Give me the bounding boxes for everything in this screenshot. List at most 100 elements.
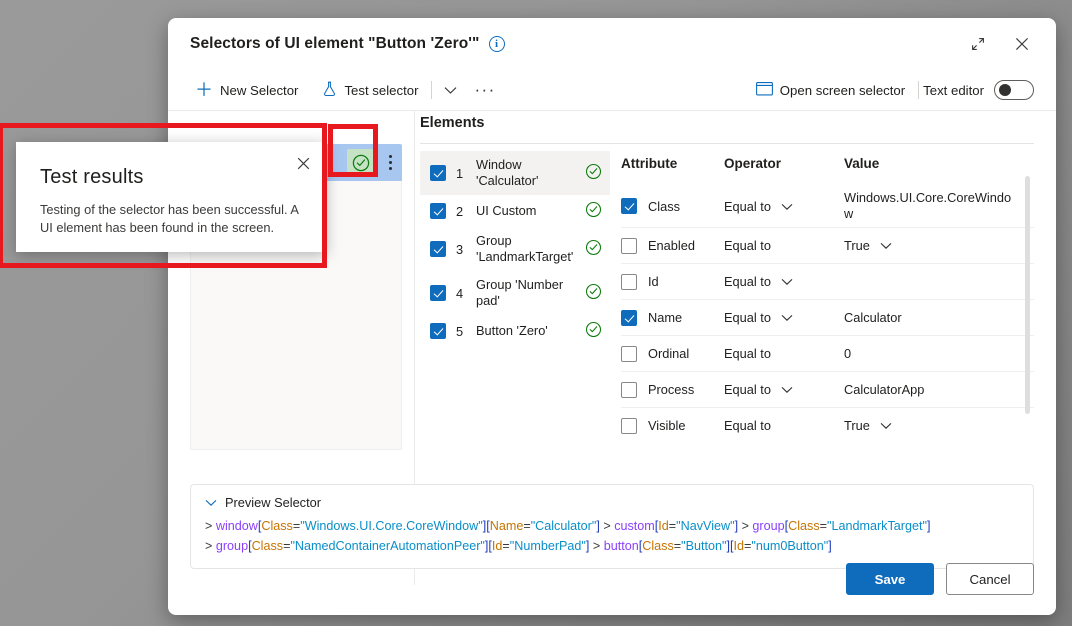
element-checkbox[interactable] [430,165,446,181]
command-separator-2 [918,81,920,99]
test-results-message: Testing of the selector has been success… [40,202,299,235]
element-label: Group 'Number pad' [476,277,564,308]
element-status-icon [585,239,602,259]
command-bar: ＋ New Selector Test selector ··· Open sc… [168,70,1056,111]
attribute-operator-cell[interactable]: Equal to [724,199,844,214]
attribute-operator: Equal to [724,346,771,361]
element-label: Group 'LandmarkTarget' [476,233,574,264]
new-selector-label: New Selector [220,82,299,98]
attribute-name: Ordinal [648,346,690,361]
attribute-value: CalculatorApp [844,381,925,397]
plus-icon: ＋ [195,80,213,100]
test-results-close-icon[interactable] [292,152,314,174]
element-checkbox[interactable] [430,203,446,219]
selector-kebab-menu-icon[interactable] [382,149,398,176]
attribute-value-cell[interactable]: 0 [844,346,1034,362]
close-icon[interactable] [1000,26,1044,62]
test-selector-button[interactable]: Test selector [313,76,427,105]
cancel-button[interactable]: Cancel [946,563,1034,595]
chevron-down-icon-operator[interactable] [781,274,793,289]
text-editor-toggle[interactable] [994,80,1034,100]
element-index: 1 [456,165,464,181]
attribute-operator: Equal to [724,382,771,397]
element-row[interactable]: 3 Group 'LandmarkTarget' [420,227,610,271]
attribute-checkbox[interactable] [621,198,637,214]
attribute-value-cell[interactable]: Windows.UI.Core.CoreWindow [844,190,1034,222]
info-icon[interactable]: i [488,36,505,52]
attribute-checkbox[interactable] [621,417,637,434]
attribute-row[interactable]: Visible Equal to True [621,407,1034,443]
attribute-value: True [844,237,870,253]
attribute-value-cell[interactable]: CalculatorApp [844,382,1034,398]
new-selector-button[interactable]: ＋ New Selector [186,76,307,104]
preview-selector-label: Preview Selector [225,495,322,510]
elements-list: 1 Window 'Calculator' 2 UI Custom 3 Group 'La… [420,151,610,347]
attribute-row[interactable]: Class Equal to Windows.UI.Core.CoreWindow [621,185,1034,227]
attributes-scrollbar[interactable] [1025,176,1030,414]
attribute-operator-cell[interactable]: Equal to [724,346,844,361]
attribute-checkbox[interactable] [621,381,637,398]
attribute-name-cell: Visible [621,417,724,434]
element-checkbox[interactable] [430,323,446,339]
element-checkbox[interactable] [430,285,446,301]
attribute-row[interactable]: Name Equal to Calculator [621,299,1034,335]
chevron-down-icon-operator[interactable] [781,199,793,214]
element-status-icon [585,283,602,303]
attribute-name-cell: Enabled [621,237,724,254]
selectors-dialog: Selectors of UI element "Button 'Zero'" … [168,18,1056,615]
test-results-callout: Test results Testing of the selector has… [16,142,326,252]
preview-selector-code[interactable]: > window[Class="Windows.UI.Core.CoreWind… [205,516,1019,556]
open-screen-selector-button[interactable]: Open screen selector [747,77,914,104]
preview-selector-line-2: > group[Class="NamedContainerAutomationP… [205,539,832,553]
attribute-operator-cell[interactable]: Equal to [724,274,844,289]
preview-selector-toggle[interactable]: Preview Selector [205,493,1019,516]
attribute-value-cell[interactable]: True [844,418,1034,434]
attribute-name: Name [648,310,683,325]
attribute-row[interactable]: Ordinal Equal to 0 [621,335,1034,371]
attribute-name-cell: Class [621,198,724,214]
flask-icon [322,81,337,100]
test-selector-label: Test selector [344,82,419,98]
overflow-menu-button[interactable]: ··· [465,81,504,99]
text-editor-label: Text editor [923,82,984,98]
dialog-footer: Save Cancel [846,563,1034,595]
element-row[interactable]: 1 Window 'Calculator' [420,151,610,195]
attribute-row[interactable]: Process Equal to CalculatorApp [621,371,1034,407]
attribute-name-cell: Name [621,309,724,326]
chevron-down-icon[interactable] [436,80,465,101]
element-row[interactable]: 5 Button 'Zero' [420,315,610,347]
attribute-checkbox[interactable] [621,273,637,290]
element-status-icon [585,201,602,221]
chevron-down-icon-value[interactable] [880,418,892,434]
attribute-checkbox[interactable] [621,345,637,362]
preview-selector-panel: Preview Selector > window[Class="Windows… [190,484,1034,569]
open-screen-selector-label: Open screen selector [779,82,906,98]
attribute-name: Process [648,382,695,397]
attribute-operator-cell[interactable]: Equal to [724,310,844,325]
attribute-operator-cell[interactable]: Equal to [724,382,844,397]
expand-icon[interactable] [956,26,1000,62]
attribute-checkbox[interactable] [621,309,637,326]
attribute-value-cell[interactable]: True [844,238,1034,254]
element-index: 2 [456,203,464,219]
chevron-down-icon-operator[interactable] [781,310,793,325]
attribute-name: Visible [648,418,686,433]
attribute-row[interactable]: Id Equal to [621,263,1034,299]
attribute-name-cell: Process [621,381,724,398]
chevron-down-icon-operator[interactable] [781,382,793,397]
attribute-checkbox[interactable] [621,237,637,254]
attributes-pane: Attribute Operator Value Class Equal to Wi… [621,151,1034,469]
element-row[interactable]: 4 Group 'Number pad' [420,271,610,315]
attribute-operator-cell[interactable]: Equal to [724,238,844,253]
attribute-value-cell[interactable]: Calculator [844,310,1034,326]
column-header-value: Value [844,156,880,171]
save-button[interactable]: Save [846,563,934,595]
attribute-operator: Equal to [724,418,771,433]
page-title: Selectors of UI element "Button 'Zero'" [190,35,480,52]
element-checkbox[interactable] [430,241,446,257]
column-header-attribute: Attribute [621,156,678,171]
chevron-down-icon-value[interactable] [880,238,892,254]
attribute-row[interactable]: Enabled Equal to True [621,227,1034,263]
attribute-operator-cell[interactable]: Equal to [724,418,844,433]
element-row[interactable]: 2 UI Custom [420,195,610,227]
